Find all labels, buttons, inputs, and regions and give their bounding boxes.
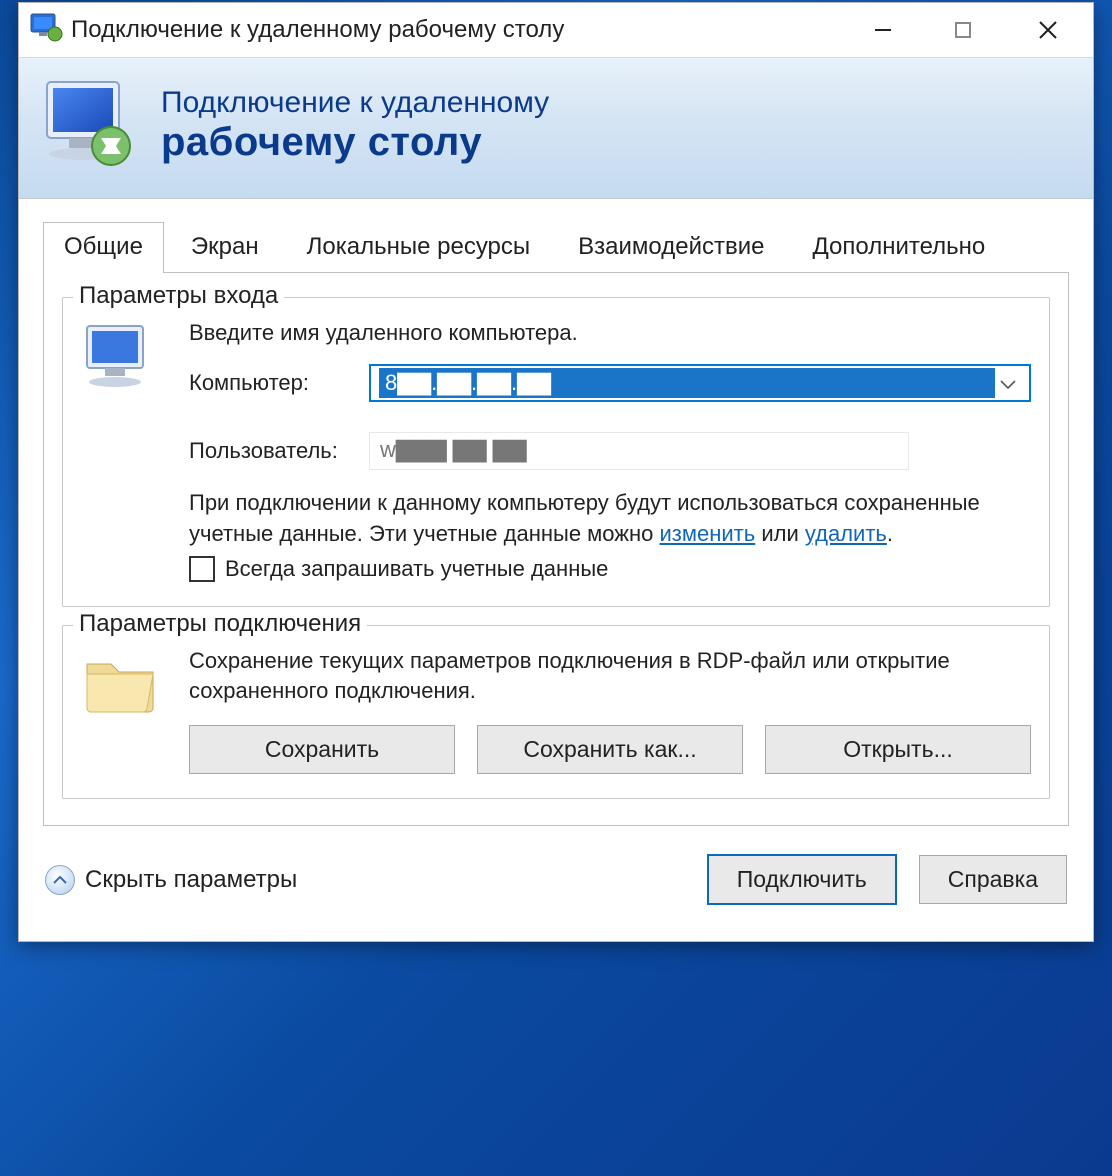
minimize-button[interactable] [843, 3, 923, 57]
help-button[interactable]: Справка [919, 855, 1067, 904]
saved-creds-text: При подключении к данному компьютеру буд… [189, 488, 1031, 550]
hide-options-toggle[interactable]: Скрыть параметры [45, 865, 297, 895]
banner-line1: Подключение к удаленному [161, 86, 549, 120]
tab-general[interactable]: Общие [43, 222, 164, 273]
chevron-down-icon[interactable] [995, 370, 1021, 396]
open-button[interactable]: Открыть... [765, 725, 1031, 774]
window-controls [843, 3, 1093, 57]
banner: Подключение к удаленному рабочему столу [19, 57, 1093, 199]
footer: Скрыть параметры Подключить Справка [19, 826, 1093, 941]
connection-group-legend: Параметры подключения [73, 610, 367, 638]
login-group-legend: Параметры входа [73, 282, 284, 310]
folder-icon [81, 646, 171, 775]
maximize-button[interactable] [923, 3, 1003, 57]
app-icon [29, 12, 63, 48]
save-as-button[interactable]: Сохранить как... [477, 725, 743, 774]
connect-button[interactable]: Подключить [707, 854, 897, 905]
username-field[interactable]: w▇▇▇ ▇▇ ▇▇ [369, 432, 909, 470]
edit-creds-link[interactable]: изменить [660, 521, 756, 546]
tab-display[interactable]: Экран [170, 222, 280, 273]
tab-advanced[interactable]: Дополнительно [792, 222, 1007, 273]
hide-options-label: Скрыть параметры [85, 866, 297, 894]
login-group: Параметры входа Введите имя удаленного к… [62, 297, 1050, 607]
connection-group: Параметры подключения Сохранение текущих… [62, 625, 1050, 800]
tabstrip: Общие Экран Локальные ресурсы Взаимодейс… [19, 199, 1093, 272]
tab-panel: Параметры входа Введите имя удаленного к… [43, 272, 1069, 826]
window-title: Подключение к удаленному рабочему столу [71, 16, 843, 44]
chevron-up-icon [45, 865, 75, 895]
tab-local-resources[interactable]: Локальные ресурсы [286, 222, 552, 273]
always-ask-row: Всегда запрашивать учетные данные [189, 556, 1031, 582]
save-button[interactable]: Сохранить [189, 725, 455, 774]
computer-value: 8▇▇.▇▇.▇▇.▇▇ [379, 368, 995, 398]
delete-creds-link[interactable]: удалить [805, 521, 887, 546]
computer-label: Компьютер: [189, 370, 369, 396]
rdp-window: Подключение к удаленному рабочему столу [18, 2, 1094, 942]
titlebar[interactable]: Подключение к удаленному рабочему столу [19, 3, 1093, 57]
always-ask-label: Всегда запрашивать учетные данные [225, 556, 608, 582]
computer-combobox[interactable]: 8▇▇.▇▇.▇▇.▇▇ [369, 364, 1031, 402]
tab-experience[interactable]: Взаимодействие [557, 222, 785, 273]
connection-desc: Сохранение текущих параметров подключени… [189, 646, 1031, 708]
computer-icon [81, 318, 171, 582]
banner-text: Подключение к удаленному рабочему столу [161, 86, 549, 165]
always-ask-checkbox[interactable] [189, 556, 215, 582]
login-instruction: Введите имя удаленного компьютера. [189, 320, 1031, 346]
banner-line2: рабочему столу [161, 120, 549, 165]
user-label: Пользователь: [189, 438, 369, 464]
close-button[interactable] [1003, 3, 1093, 57]
rdp-big-icon [39, 76, 139, 174]
